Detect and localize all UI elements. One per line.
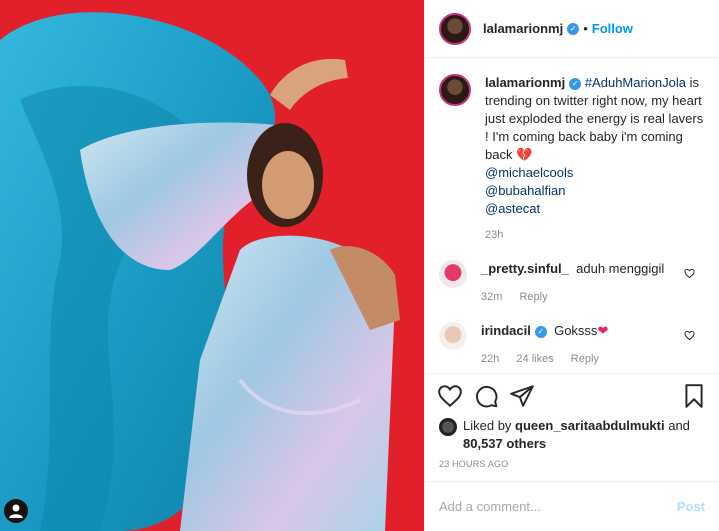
verified-badge-icon: ✓ (534, 326, 547, 338)
comment-text: Goksss (554, 323, 598, 338)
heart-emoji: ❤ (597, 323, 609, 338)
caption-time[interactable]: 23h (485, 226, 705, 244)
share-send-icon[interactable] (509, 383, 535, 409)
add-comment-bar: Post (425, 481, 719, 531)
liked-by-prefix: Liked by (463, 418, 512, 433)
separator-dot: • (583, 21, 588, 36)
post-comment-button[interactable]: Post (677, 499, 705, 514)
commenter-avatar[interactable] (439, 260, 467, 288)
mention-link[interactable]: @bubahalfian (485, 183, 565, 198)
mention-link[interactable]: @astecat (485, 201, 540, 216)
mention-link[interactable]: @michaelcools (485, 165, 573, 180)
caption-username[interactable]: lalamarionmj (485, 75, 565, 90)
likes-summary: Liked by queen_saritaabdulmukti and 80,5… (425, 417, 719, 453)
likes-and: and (668, 418, 690, 433)
verified-badge-icon: ✓ (569, 78, 582, 90)
comment-item: irindacil ✓ Goksss❤ 22h 24 likes Reply (439, 322, 705, 368)
liker-avatar[interactable] (439, 418, 457, 436)
like-comment-heart-icon[interactable] (684, 330, 695, 341)
author-username[interactable]: lalamarionmj (483, 21, 563, 36)
post-actions-bar (425, 373, 719, 417)
reply-button[interactable]: Reply (571, 353, 599, 365)
save-bookmark-icon[interactable] (681, 383, 707, 409)
post-caption: lalamarionmj ✓ #AduhMarionJola is trendin… (439, 74, 705, 244)
comment-username[interactable]: _pretty.sinful_ (481, 261, 569, 276)
comment-time[interactable]: 22h (481, 353, 499, 365)
likes-others-count[interactable]: 80,537 others (463, 436, 546, 451)
verified-badge-icon: ✓ (567, 22, 580, 35)
post-timestamp[interactable]: 23 HOURS AGO (425, 453, 719, 481)
post-side-panel: lalamarionmj ✓ • Follow lalamarionmj ✓ #A… (424, 0, 719, 531)
photo-illustration (0, 0, 424, 531)
caption-author-avatar[interactable] (439, 74, 471, 106)
like-comment-heart-icon[interactable] (684, 268, 695, 279)
post-modal: lalamarionmj ✓ • Follow lalamarionmj ✓ #A… (0, 0, 719, 531)
hashtag-link[interactable]: #AduhMarionJola (585, 75, 686, 90)
comments-list: lalamarionmj ✓ #AduhMarionJola is trendin… (425, 58, 719, 373)
comment-item: _pretty.sinful_ aduh menggigil 32m Reply (439, 260, 705, 306)
liker-username[interactable]: queen_saritaabdulmukti (515, 418, 665, 433)
commenter-avatar[interactable] (439, 322, 467, 350)
comment-username[interactable]: irindacil (481, 323, 531, 338)
reply-button[interactable]: Reply (519, 291, 547, 303)
post-photo[interactable] (0, 0, 424, 531)
broken-heart-emoji: 💔 (516, 147, 533, 162)
tagged-users-button[interactable] (4, 499, 28, 523)
like-heart-icon[interactable] (437, 383, 463, 409)
comment-input[interactable] (439, 499, 677, 514)
comment-bubble-icon[interactable] (473, 383, 499, 409)
user-tag-icon (9, 504, 23, 518)
comment-likes[interactable]: 24 likes (516, 353, 553, 365)
post-header: lalamarionmj ✓ • Follow (425, 0, 719, 58)
author-avatar[interactable] (439, 12, 471, 45)
follow-button[interactable]: Follow (592, 21, 633, 36)
comment-text: aduh menggigil (576, 261, 665, 276)
comment-time[interactable]: 32m (481, 291, 502, 303)
